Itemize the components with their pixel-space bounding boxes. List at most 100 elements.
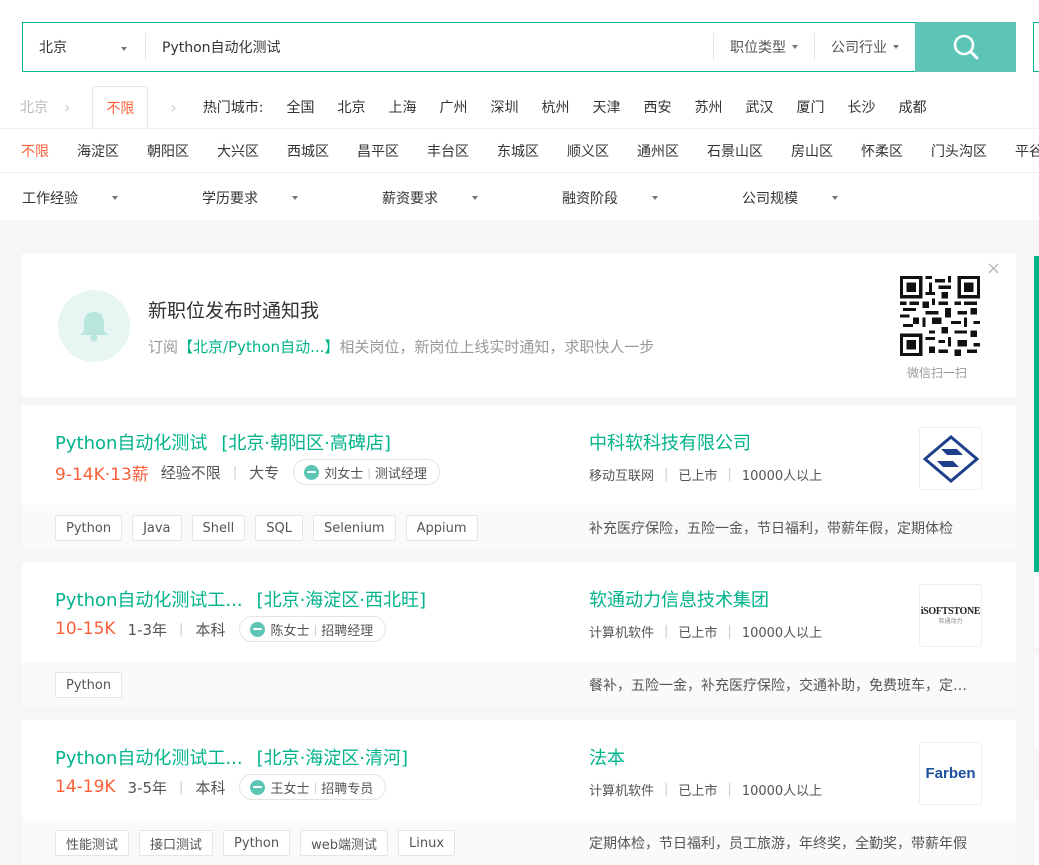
hr-contact-button[interactable]: 陈女士 | 招聘经理 xyxy=(239,616,387,642)
company-logo[interactable]: Farben xyxy=(919,742,982,805)
city-link[interactable]: 北京 xyxy=(338,97,366,117)
company-name-link[interactable]: 法本 xyxy=(589,744,625,770)
district-link[interactable]: 房山区 xyxy=(791,141,833,161)
hr-contact-button[interactable]: 刘女士 | 测试经理 xyxy=(293,459,440,485)
job-location: [北京·海淀区·西北旺] xyxy=(256,590,427,611)
job-salary: 9-14K·13薪 xyxy=(55,464,149,485)
city-link[interactable]: 杭州 xyxy=(542,97,570,117)
skill-tag: 性能测试 xyxy=(55,830,130,856)
filter-label: 工作经验 xyxy=(22,191,78,207)
job-title-link[interactable]: Python自动化测试 [北京·朝阳区·高碑店] xyxy=(55,429,391,455)
city-link[interactable]: 广州 xyxy=(440,97,468,117)
district-link[interactable]: 平谷区 xyxy=(1015,141,1039,161)
side-button[interactable] xyxy=(1033,22,1039,72)
skill-tags: Python Java Shell SQL Selenium Appium xyxy=(55,515,478,541)
chevron-down-icon xyxy=(112,196,118,200)
experience-filter[interactable]: 工作经验 xyxy=(0,188,180,208)
skill-tag: Shell xyxy=(191,515,246,541)
city-link[interactable]: 武汉 xyxy=(746,97,774,117)
job-meta: 9-14K·13薪 经验不限 | 大专 刘女士 | 测试经理 xyxy=(55,459,440,485)
city-link[interactable]: 全国 xyxy=(287,97,315,117)
city-link[interactable]: 西安 xyxy=(644,97,672,117)
search-icon xyxy=(953,34,978,60)
district-link[interactable]: 朝阳区 xyxy=(147,141,189,161)
district-link[interactable]: 昌平区 xyxy=(357,141,399,161)
job-location: [北京·朝阳区·高碑店] xyxy=(221,433,391,454)
city-link[interactable]: 上海 xyxy=(389,97,417,117)
company-meta: 计算机软件 | 已上市 | 10000人以上 xyxy=(589,780,822,799)
city-link[interactable]: 天津 xyxy=(593,97,621,117)
chat-icon xyxy=(250,779,266,795)
job-education: 本科 xyxy=(195,620,226,639)
chevron-down-icon xyxy=(652,196,658,200)
job-type-dropdown[interactable]: 职位类型 xyxy=(713,33,814,61)
skill-tag: 接口测试 xyxy=(139,830,214,856)
skill-tag: Java xyxy=(132,515,182,541)
city-link[interactable]: 苏州 xyxy=(695,97,723,117)
subscribe-title: 新职位发布时通知我 xyxy=(148,300,320,322)
district-link[interactable]: 东城区 xyxy=(497,141,539,161)
divider: | xyxy=(727,624,732,639)
company-name-link[interactable]: 中科软科技有限公司 xyxy=(589,429,751,455)
district-link[interactable]: 石景山区 xyxy=(707,141,763,161)
funding-filter[interactable]: 融资阶段 xyxy=(540,188,720,208)
education-filter[interactable]: 学历要求 xyxy=(180,188,360,208)
subscribe-keyword-link[interactable]: 【北京/Python自动...】 xyxy=(178,338,339,356)
search-button[interactable] xyxy=(915,22,1016,72)
skill-tag: Python xyxy=(55,515,123,541)
skill-tag: SQL xyxy=(255,515,303,541)
city-link[interactable]: 成都 xyxy=(899,97,927,117)
side-panel-edge xyxy=(1034,800,1039,865)
job-title-link[interactable]: Python自动化测试工... [北京·海淀区·西北旺] xyxy=(55,586,426,612)
company-logo[interactable] xyxy=(919,427,982,490)
district-link[interactable]: 西城区 xyxy=(287,141,329,161)
company-size: 10000人以上 xyxy=(741,626,823,641)
district-link[interactable]: 丰台区 xyxy=(427,141,469,161)
job-card[interactable]: Python自动化测试 [北京·朝阳区·高碑店] 9-14K·13薪 经验不限 |… xyxy=(22,405,1016,549)
close-icon[interactable]: × xyxy=(986,258,1001,279)
city-link[interactable]: 厦门 xyxy=(797,97,825,117)
divider: | xyxy=(727,467,732,482)
hr-contact-button[interactable]: 王女士 | 招聘专员 xyxy=(239,774,387,800)
job-title-link[interactable]: Python自动化测试工... [北京·海淀区·清河] xyxy=(55,744,408,770)
job-card[interactable]: Python自动化测试工... [北京·海淀区·清河] 14-19K 3-5年 |… xyxy=(22,720,1016,864)
district-unlimited[interactable]: 不限 xyxy=(21,141,49,161)
district-link[interactable]: 怀柔区 xyxy=(861,141,903,161)
chevron-down-icon xyxy=(893,45,899,49)
skill-tags: Python xyxy=(55,672,123,698)
city-link[interactable]: 深圳 xyxy=(491,97,519,117)
skill-tag: Linux xyxy=(397,830,456,856)
company-size-filter[interactable]: 公司规模 xyxy=(720,188,900,208)
job-card[interactable]: Python自动化测试工... [北京·海淀区·西北旺] 10-15K 1-3年 … xyxy=(22,562,1016,706)
job-card-footer: Python Java Shell SQL Selenium Appium 补充… xyxy=(22,505,1016,549)
chevron-right-icon: › xyxy=(64,97,71,117)
city-filter-row: 北京 › 不限 › 热门城市: 全国 北京 上海 广州 深圳 杭州 天津 西安 … xyxy=(0,86,1039,128)
industry-dropdown[interactable]: 公司行业 xyxy=(814,33,915,61)
district-link[interactable]: 顺义区 xyxy=(567,141,609,161)
skill-tag: Python xyxy=(223,830,291,856)
salary-filter[interactable]: 薪资要求 xyxy=(360,188,540,208)
search-input[interactable] xyxy=(146,23,713,71)
chevron-down-icon xyxy=(292,196,298,200)
hr-role: 测试经理 xyxy=(374,466,427,482)
bell-icon xyxy=(58,290,130,362)
company-size: 10000人以上 xyxy=(741,469,823,484)
city-link[interactable]: 长沙 xyxy=(848,97,876,117)
logo-wordmark: iSOFTSTONE xyxy=(920,605,981,617)
company-name-link[interactable]: 软通动力信息技术集团 xyxy=(589,586,769,612)
filter-label: 薪资要求 xyxy=(382,191,438,207)
city-unlimited-tab[interactable]: 不限 xyxy=(92,86,149,128)
company-stage: 已上市 xyxy=(678,469,718,484)
district-link[interactable]: 门头沟区 xyxy=(931,141,987,161)
skill-tag: Selenium xyxy=(312,515,396,541)
district-link[interactable]: 海淀区 xyxy=(77,141,119,161)
district-link[interactable]: 通州区 xyxy=(637,141,679,161)
company-logo[interactable]: iSOFTSTONE 软通动力 xyxy=(919,584,982,647)
subscribe-card: 新职位发布时通知我 订阅【北京/Python自动...】相关岗位，新岗位上线实时… xyxy=(22,254,1016,397)
job-meta: 10-15K 1-3年 | 本科 陈女士 | 招聘经理 xyxy=(55,616,387,642)
district-link[interactable]: 大兴区 xyxy=(217,141,259,161)
farben-logo: Farben xyxy=(925,765,976,782)
city-selector[interactable]: 北京 xyxy=(23,23,145,71)
divider: | xyxy=(664,782,669,797)
scrollbar-thumb[interactable] xyxy=(1034,256,1039,572)
